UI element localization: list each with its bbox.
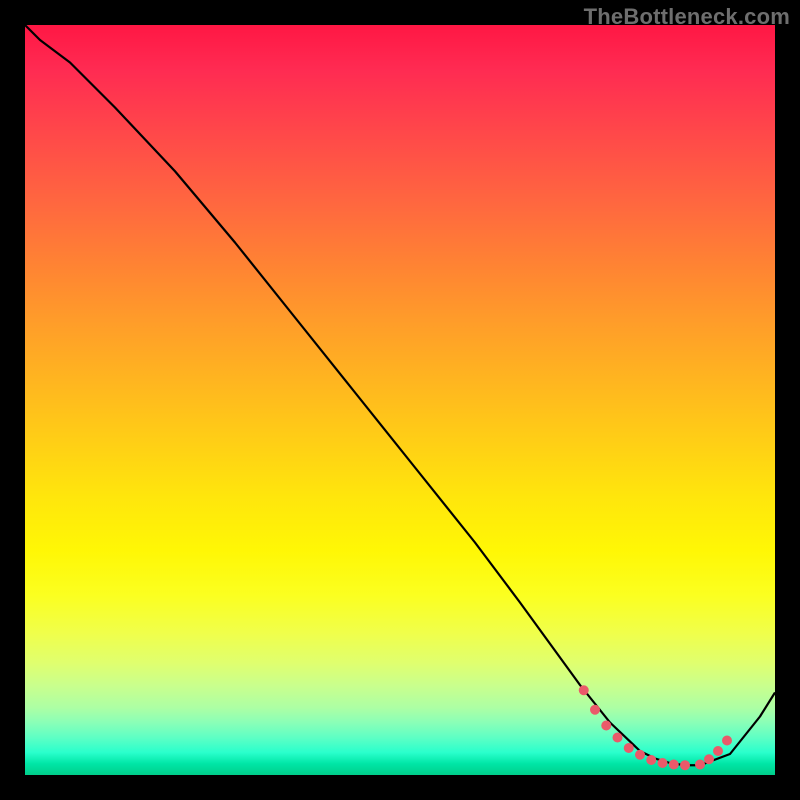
highlight-dot — [635, 750, 645, 760]
highlight-dot — [590, 705, 600, 715]
highlight-dot — [669, 760, 679, 770]
highlight-dot — [601, 721, 611, 731]
chart-container: TheBottleneck.com — [0, 0, 800, 800]
highlight-dot — [613, 733, 623, 743]
highlight-dot — [704, 754, 714, 764]
highlight-dots-group — [579, 685, 732, 770]
highlight-dot — [695, 760, 705, 770]
highlight-dot — [722, 736, 732, 746]
watermark-text: TheBottleneck.com — [584, 4, 790, 30]
chart-curve — [25, 25, 775, 765]
highlight-dot — [624, 743, 634, 753]
highlight-dot — [579, 685, 589, 695]
highlight-dot — [680, 760, 690, 770]
chart-plot-svg — [25, 25, 775, 775]
highlight-dot — [646, 755, 656, 765]
highlight-dot — [658, 758, 668, 768]
highlight-dot — [713, 746, 723, 756]
